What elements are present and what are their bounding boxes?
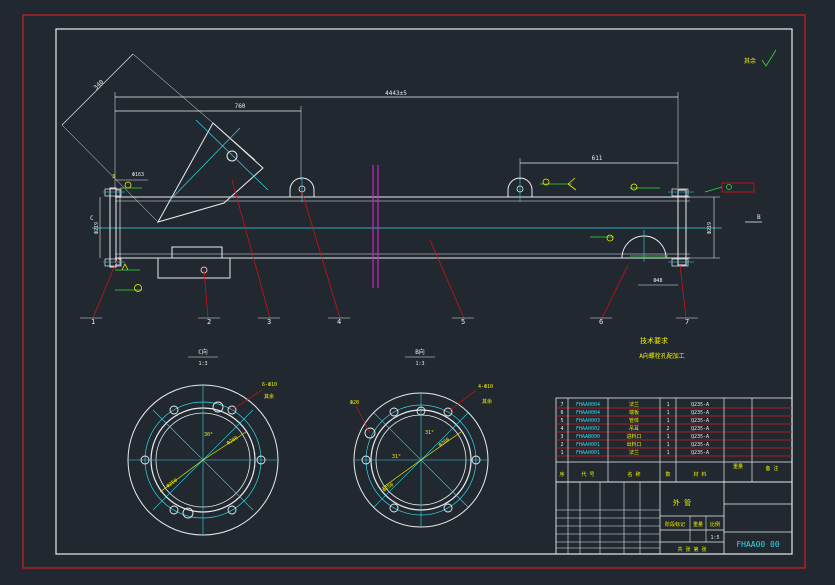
bom-cell-name: 吊耳 xyxy=(629,426,639,432)
bom-header-weight: 重量 xyxy=(733,463,743,470)
bom-header-no: 序 xyxy=(559,471,564,478)
dim-right-vert: Ф219 xyxy=(707,222,713,234)
balloon-2: 2 xyxy=(207,318,211,326)
view-c-surface: 其余 xyxy=(264,393,274,400)
bom-cell-name: 法兰 xyxy=(629,449,639,456)
bom-cell-no: 6 xyxy=(560,410,563,416)
bom-cell-qty: 1 xyxy=(666,410,669,416)
title-part-name: 外 管 xyxy=(673,498,691,507)
bom-cell-code: FHAA0001 xyxy=(576,442,600,448)
bom-cell-qty: 1 xyxy=(666,418,669,424)
bom-cell-name: 管体 xyxy=(629,417,639,424)
view-c-title: C向 xyxy=(198,348,208,356)
bom-cell-code: FHAA0002 xyxy=(576,426,600,432)
balloon-5: 5 xyxy=(461,318,465,326)
bom-cell-qty: 1 xyxy=(666,434,669,440)
weld-label: 3 xyxy=(112,174,115,180)
bom-cell-material: Q235-A xyxy=(691,418,709,424)
title-stage-label: 阶段标记 xyxy=(665,521,685,528)
view-b-scale: 1:3 xyxy=(415,361,424,367)
dim-right-offset: 611 xyxy=(592,155,603,162)
bom-cell-no: 7 xyxy=(560,402,563,408)
right-view-marker: B xyxy=(757,214,761,221)
bom-cell-code: FHAA0004 xyxy=(576,402,600,408)
bom-cell-material: Q235-A xyxy=(691,410,709,416)
balloon-3: 3 xyxy=(267,318,271,326)
balloon-1: 1 xyxy=(91,318,95,326)
bom-cell-qty: 1 xyxy=(666,402,669,408)
bom-cell-qty: 1 xyxy=(666,442,669,448)
view-c-holes: 6-Ф10 xyxy=(262,382,277,388)
surface-note: 其余 xyxy=(744,57,756,65)
bom-header-qty: 数 xyxy=(665,471,670,478)
bom-cell-qty: 2 xyxy=(666,426,669,432)
title-drawing-no: FHAA00 00 xyxy=(736,540,780,549)
bom-header-material: 材 料 xyxy=(693,471,706,478)
left-view-marker: C xyxy=(90,215,94,222)
dim-left-vert: Ф219 xyxy=(94,222,100,234)
notes-title: 技术要求 xyxy=(640,336,668,345)
view-b-angle-2: 31° xyxy=(392,454,401,460)
view-b-title: B向 xyxy=(415,348,425,356)
bom-cell-no: 1 xyxy=(560,450,563,456)
balloon-4: 4 xyxy=(337,318,341,326)
title-ratio-label: 比例 xyxy=(710,521,720,528)
bom-cell-code: FHAAB000 xyxy=(576,434,600,440)
dim-left-small: Ф163 xyxy=(132,172,144,178)
view-c-scale: 1:3 xyxy=(198,361,207,367)
view-b-tag: Ф20 xyxy=(350,400,359,406)
bom-cell-code: FHAA0004 xyxy=(576,410,600,416)
bom-cell-name: 端板 xyxy=(629,409,639,416)
bom-cell-name: 进料口 xyxy=(626,433,641,440)
view-c-angle: 30° xyxy=(204,432,213,438)
bom-cell-name: 出料口 xyxy=(626,441,641,448)
drawing-sheet: 4443±5 760 611 340 Ф163 Ф219 C Ф219 B Ф4… xyxy=(0,0,835,585)
notes-line1: A向螺栓孔配加工 xyxy=(639,352,685,360)
bom-cell-no: 3 xyxy=(560,434,563,440)
bom-header-note: 备 注 xyxy=(765,465,778,472)
bom-cell-no: 5 xyxy=(560,418,563,424)
bom-cell-qty: 1 xyxy=(666,450,669,456)
view-b-holes: 4-Ф10 xyxy=(478,384,493,390)
bom-cell-no: 4 xyxy=(560,426,563,432)
dim-left-offset: 760 xyxy=(235,103,246,110)
bom-cell-name: 法兰 xyxy=(629,401,639,408)
dim-overall: 4443±5 xyxy=(385,90,407,97)
bom-cell-no: 2 xyxy=(560,442,563,448)
bom-header-name: 名 称 xyxy=(627,471,640,478)
bom-cell-material: Q235-A xyxy=(691,450,709,456)
title-scale-value: 1:5 xyxy=(710,535,719,541)
bom-cell-material: Q235-A xyxy=(691,442,709,448)
balloon-7: 7 xyxy=(685,318,689,326)
title-weight-label: 重量 xyxy=(693,521,703,528)
bom-header-code: 代 号 xyxy=(581,471,594,478)
bom-cell-material: Q235-A xyxy=(691,434,709,440)
bom-cell-code: FHAA0001 xyxy=(576,450,600,456)
view-b-angle-1: 31° xyxy=(425,430,434,436)
bom-cell-material: Q235-A xyxy=(691,402,709,408)
dim-bottom-right: Ф48 xyxy=(653,278,662,284)
view-b-surface: 其余 xyxy=(482,398,492,405)
balloon-6: 6 xyxy=(599,318,603,326)
bom-cell-code: FHAA0003 xyxy=(576,418,600,424)
title-sheet-label: 共 张 第 张 xyxy=(677,546,706,553)
bom-cell-material: Q235-A xyxy=(691,426,709,432)
